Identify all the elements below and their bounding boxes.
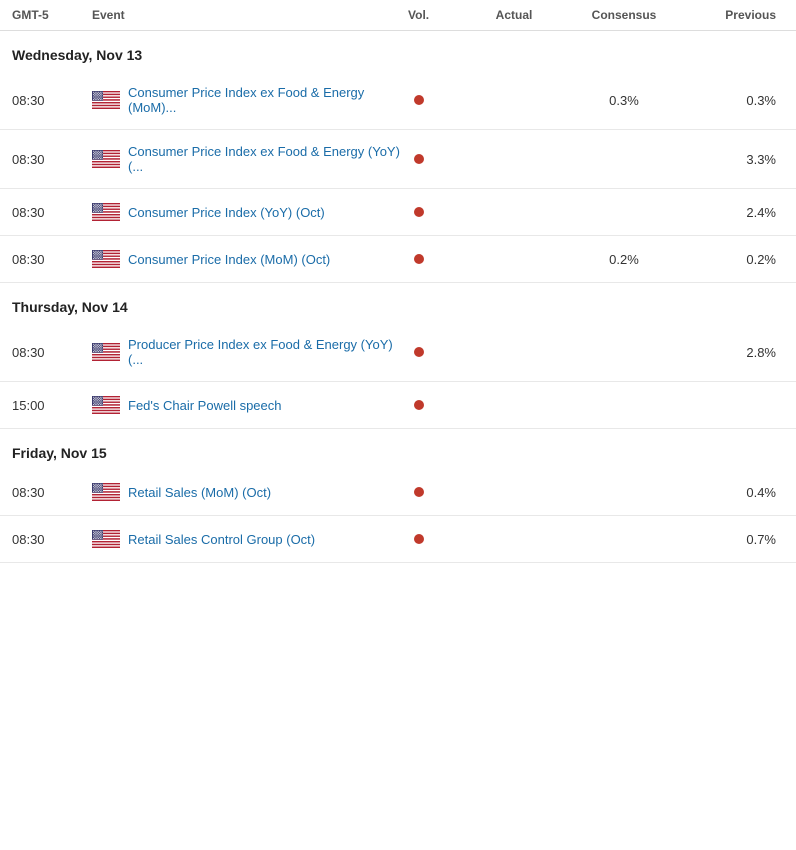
event-name[interactable]: Fed's Chair Powell speech (128, 398, 282, 413)
vol-dot-icon (414, 95, 424, 105)
previous-value: 0.3% (684, 93, 784, 108)
header-event: Event (92, 8, 404, 22)
vol-cell (404, 207, 464, 217)
section-header: Wednesday, Nov 13 (0, 31, 796, 71)
vol-dot-icon (414, 154, 424, 164)
sections-container: Wednesday, Nov 13 08:30 (0, 31, 796, 563)
event-cell: Producer Price Index ex Food & Energy (Y… (92, 337, 404, 367)
event-time: 08:30 (12, 93, 92, 108)
header-consensus: Consensus (564, 8, 684, 22)
previous-value: 0.2% (684, 252, 784, 267)
event-time: 08:30 (12, 485, 92, 500)
event-cell: Retail Sales (MoM) (Oct) (92, 483, 404, 501)
consensus-value: 0.2% (564, 252, 684, 267)
event-name[interactable]: Producer Price Index ex Food & Energy (Y… (128, 337, 404, 367)
vol-cell (404, 534, 464, 544)
us-flag-icon (92, 203, 120, 221)
vol-dot-icon (414, 487, 424, 497)
event-cell: Consumer Price Index (MoM) (Oct) (92, 250, 404, 268)
previous-value: 0.4% (684, 485, 784, 500)
us-flag-icon (92, 343, 120, 361)
table-row[interactable]: 08:30 (0, 71, 796, 130)
previous-value: 2.4% (684, 205, 784, 220)
table-row[interactable]: 08:30 (0, 130, 796, 189)
section-header: Friday, Nov 15 (0, 429, 796, 469)
vol-cell (404, 95, 464, 105)
table-row[interactable]: 08:30 (0, 469, 796, 516)
table-row[interactable]: 08:30 (0, 323, 796, 382)
event-time: 08:30 (12, 152, 92, 167)
header-previous: Previous (684, 8, 784, 22)
section-header: Thursday, Nov 14 (0, 283, 796, 323)
event-name[interactable]: Consumer Price Index (YoY) (Oct) (128, 205, 325, 220)
event-time: 08:30 (12, 532, 92, 547)
us-flag-icon (92, 250, 120, 268)
us-flag-icon (92, 150, 120, 168)
us-flag-icon (92, 530, 120, 548)
event-time: 15:00 (12, 398, 92, 413)
us-flag-icon (92, 91, 120, 109)
vol-dot-icon (414, 400, 424, 410)
previous-value: 0.7% (684, 532, 784, 547)
event-cell: Consumer Price Index ex Food & Energy (Y… (92, 144, 404, 174)
header-gmt: GMT-5 (12, 8, 92, 22)
us-flag-icon (92, 396, 120, 414)
table-row[interactable]: 08:30 (0, 516, 796, 563)
event-cell: Consumer Price Index ex Food & Energy (M… (92, 85, 404, 115)
us-flag-icon (92, 483, 120, 501)
vol-cell (404, 254, 464, 264)
vol-dot-icon (414, 207, 424, 217)
vol-cell (404, 347, 464, 357)
vol-dot-icon (414, 347, 424, 357)
event-name[interactable]: Retail Sales Control Group (Oct) (128, 532, 315, 547)
vol-cell (404, 400, 464, 410)
consensus-value: 0.3% (564, 93, 684, 108)
vol-cell (404, 487, 464, 497)
table-header: GMT-5 Event Vol. Actual Consensus Previo… (0, 0, 796, 31)
header-vol: Vol. (404, 8, 464, 22)
event-cell: Fed's Chair Powell speech (92, 396, 404, 414)
event-name[interactable]: Consumer Price Index (MoM) (Oct) (128, 252, 330, 267)
previous-value: 3.3% (684, 152, 784, 167)
event-name[interactable]: Consumer Price Index ex Food & Energy (Y… (128, 144, 404, 174)
table-row[interactable]: 15:00 (0, 382, 796, 429)
event-cell: Retail Sales Control Group (Oct) (92, 530, 404, 548)
event-time: 08:30 (12, 252, 92, 267)
event-name[interactable]: Consumer Price Index ex Food & Energy (M… (128, 85, 404, 115)
vol-dot-icon (414, 534, 424, 544)
table-row[interactable]: 08:30 (0, 189, 796, 236)
header-actual: Actual (464, 8, 564, 22)
table-row[interactable]: 08:30 (0, 236, 796, 283)
vol-dot-icon (414, 254, 424, 264)
event-name[interactable]: Retail Sales (MoM) (Oct) (128, 485, 271, 500)
event-time: 08:30 (12, 205, 92, 220)
event-cell: Consumer Price Index (YoY) (Oct) (92, 203, 404, 221)
vol-cell (404, 154, 464, 164)
previous-value: 2.8% (684, 345, 784, 360)
event-time: 08:30 (12, 345, 92, 360)
